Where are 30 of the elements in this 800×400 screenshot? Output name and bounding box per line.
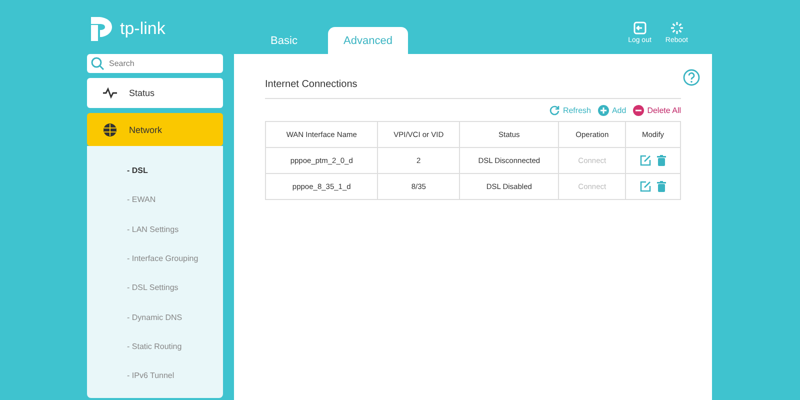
edit-icon[interactable]	[640, 155, 651, 166]
submenu-item[interactable]: - EWAN	[87, 185, 223, 215]
submenu-item[interactable]: - DSL	[87, 156, 223, 186]
globe-icon	[103, 122, 117, 136]
submenu-item[interactable]: - LAN Settings	[87, 214, 223, 244]
pulse-icon	[103, 87, 117, 99]
plus-icon	[598, 105, 609, 116]
search-field[interactable]: Search	[87, 54, 223, 73]
tab[interactable]: Advanced	[328, 27, 408, 54]
add-button[interactable]: Add	[598, 105, 626, 116]
logo-text: tp-link	[120, 19, 166, 39]
delete-button[interactable]: Delete All	[633, 105, 681, 116]
submenu-item[interactable]: - Static Routing	[87, 332, 223, 362]
refresh-button[interactable]: Refresh	[548, 105, 591, 116]
help-icon[interactable]	[683, 69, 700, 86]
trash-icon[interactable]	[657, 181, 666, 192]
edit-icon[interactable]	[640, 181, 651, 192]
submenu-item[interactable]: - Interface Grouping	[87, 244, 223, 274]
tab[interactable]: Basic	[244, 27, 324, 54]
submenu-item[interactable]: - IPv6 Tunnel	[87, 361, 223, 390]
menu-item[interactable]: Status	[87, 78, 223, 108]
submenu-item[interactable]: - Dynamic DNS	[87, 302, 223, 332]
minus-icon	[633, 105, 644, 116]
logout-icon	[632, 20, 647, 34]
section-title: Internet Connections	[265, 79, 358, 90]
submenu-item[interactable]: - DSL Settings	[87, 273, 223, 302]
trash-icon[interactable]	[657, 155, 666, 166]
refresh-icon	[548, 105, 560, 116]
menu-item[interactable]: Network	[87, 113, 223, 146]
reboot-icon	[670, 20, 684, 34]
